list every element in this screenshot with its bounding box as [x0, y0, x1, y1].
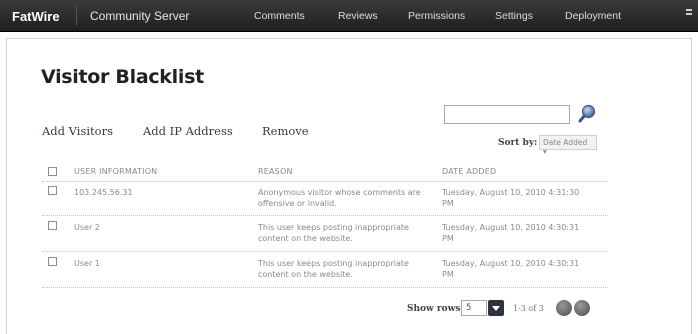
top-bar: FatWire Community Server Comments Review… [0, 0, 698, 32]
brand-divider [76, 6, 77, 26]
chevron-down-icon[interactable] [488, 300, 504, 316]
row-reason: Anonymous visitor whose comments are offe… [258, 188, 421, 208]
product-name[interactable]: Community Server [90, 9, 189, 23]
prev-page-icon[interactable] [556, 300, 572, 316]
nav-permissions[interactable]: Permissions [408, 10, 465, 22]
search-icon[interactable] [578, 104, 596, 124]
show-rows-label: Show rows: [407, 304, 464, 314]
row-user: User 2 [74, 223, 100, 232]
table-header: USER INFORMATION REASON DATE ADDED [42, 163, 608, 181]
row-checkbox[interactable] [48, 257, 57, 266]
sort-by-label: Sort by: [498, 138, 538, 148]
rows-per-page-select[interactable]: 5 [461, 300, 487, 316]
nav-deployment[interactable]: Deployment [565, 10, 621, 22]
add-ip-address-link[interactable]: Add IP Address [143, 124, 233, 138]
nav-reviews[interactable]: Reviews [338, 10, 378, 22]
row-date: Tuesday, August 10, 2010 4:30:31 PM [442, 223, 580, 243]
menu-icon[interactable] [686, 7, 694, 21]
remove-link[interactable]: Remove [262, 124, 309, 138]
row-date: Tuesday, August 10, 2010 4:30:31 PM [442, 259, 580, 279]
brand-logo[interactable]: FatWire [12, 9, 60, 24]
sort-by-select[interactable]: Date Added ▾ [539, 135, 597, 156]
row-date: Tuesday, August 10, 2010 4:31:30 PM [442, 188, 580, 208]
column-date-added: DATE ADDED [442, 167, 497, 176]
page-range: 1-3 of 3 [513, 304, 544, 313]
table-bottom-divider [42, 287, 608, 288]
row-checkbox[interactable] [48, 221, 57, 230]
column-user-information: USER INFORMATION [74, 167, 158, 176]
nav-comments[interactable]: Comments [254, 10, 305, 22]
row-checkbox[interactable] [48, 186, 57, 195]
next-page-icon[interactable] [574, 300, 590, 316]
table-row[interactable]: User 2 This user keeps posting inappropr… [42, 215, 608, 251]
add-visitors-link[interactable]: Add Visitors [42, 124, 113, 138]
row-user: User 1 [74, 259, 100, 268]
row-reason: This user keeps posting inappropriate con… [258, 223, 409, 243]
table-row[interactable]: 103.245.56.31 Anonymous visitor whose co… [42, 181, 608, 215]
nav-settings[interactable]: Settings [495, 10, 533, 22]
blacklist-table: USER INFORMATION REASON DATE ADDED 103.2… [42, 163, 608, 289]
row-reason: This user keeps posting inappropriate con… [258, 259, 409, 279]
row-user: 103.245.56.31 [74, 188, 133, 197]
table-row[interactable]: User 1 This user keeps posting inappropr… [42, 251, 608, 287]
column-reason: REASON [258, 167, 293, 176]
page-title: Visitor Blacklist [41, 66, 204, 88]
search-input[interactable] [444, 105, 570, 124]
select-all-checkbox[interactable] [48, 167, 57, 176]
